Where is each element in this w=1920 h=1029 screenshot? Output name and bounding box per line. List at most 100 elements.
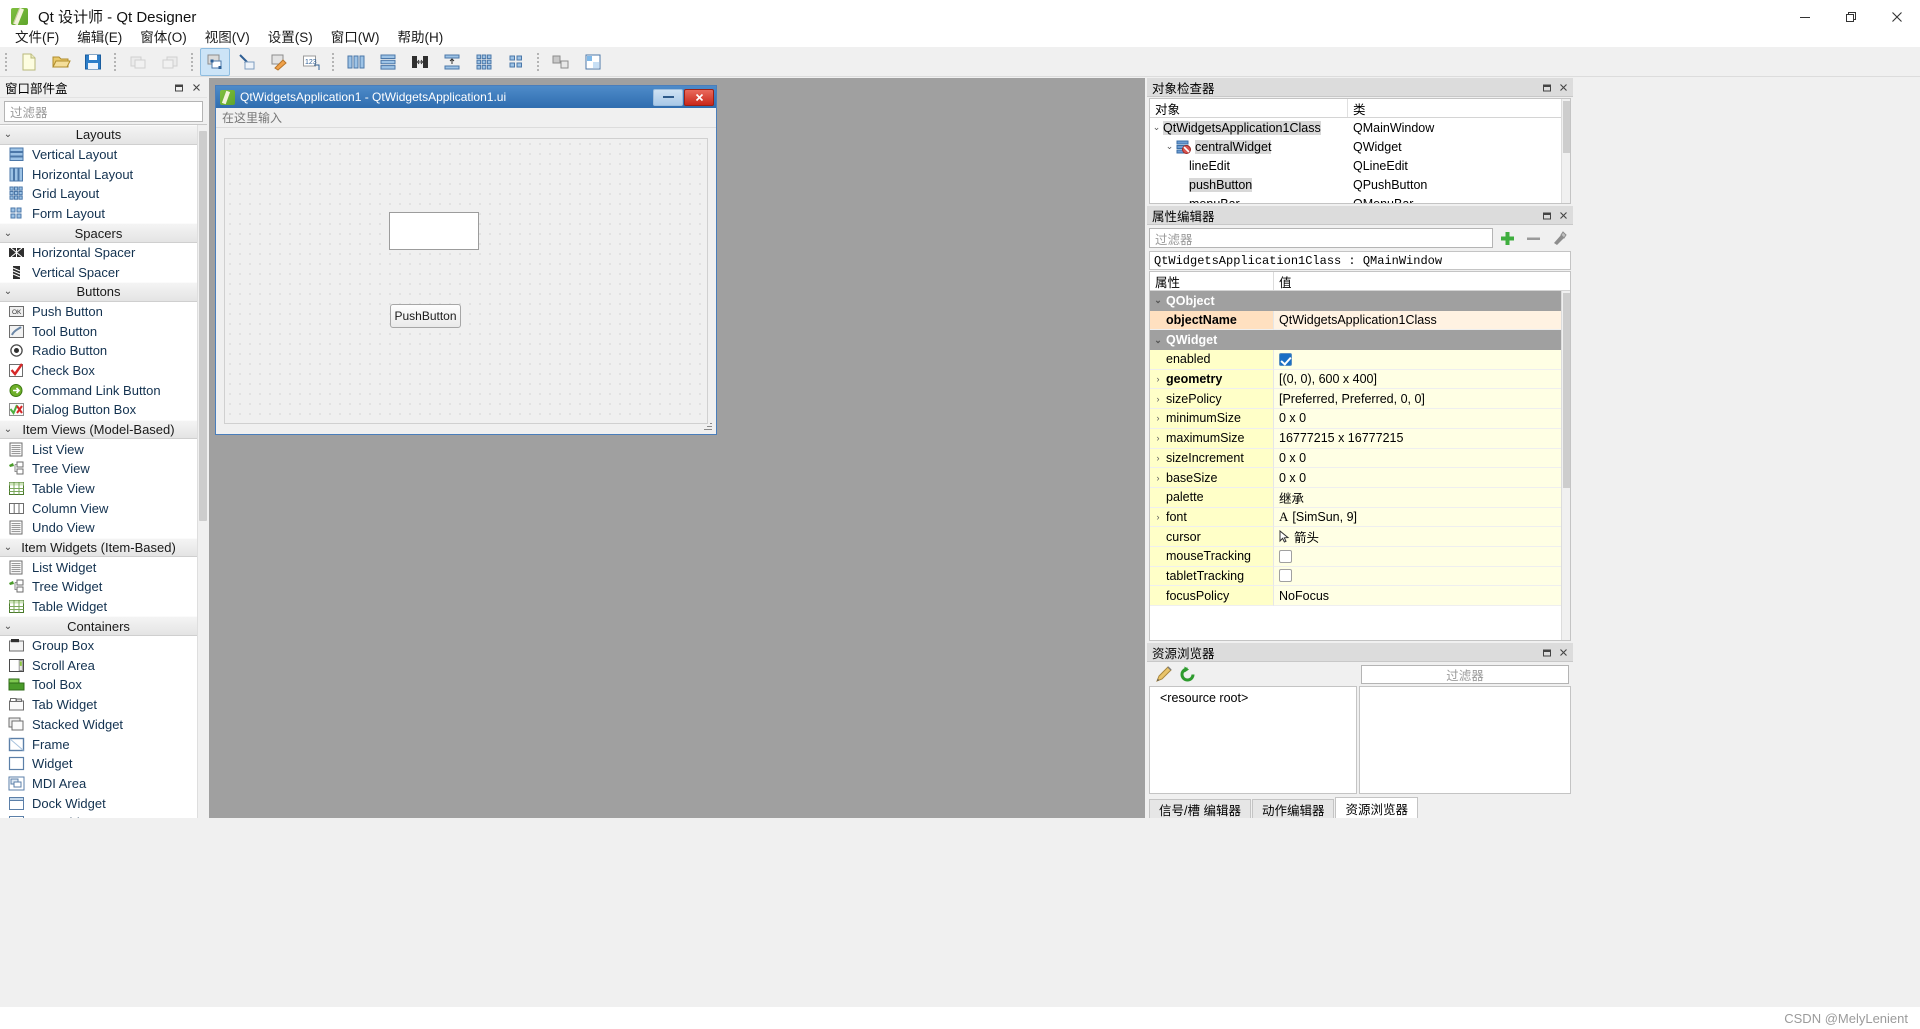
property-value-cell[interactable]: [(0, 0), 600 x 400] <box>1274 369 1561 390</box>
widget-item[interactable]: Horizontal Spacer <box>0 242 197 263</box>
form-menu-placeholder[interactable]: 在这里输入 <box>222 109 282 126</box>
object-inspector-row[interactable]: pushButton QPushButton <box>1150 175 1570 194</box>
property-row[interactable]: › sizeIncrement 0 x 0 <box>1150 448 1561 469</box>
property-row[interactable]: tabletTracking <box>1150 566 1561 587</box>
widget-item[interactable]: Tree View <box>0 458 197 479</box>
property-editor-col-value[interactable]: 值 <box>1274 272 1570 290</box>
widget-category-spacers[interactable]: ⌄ Spacers <box>0 223 197 243</box>
widget-item[interactable]: Tab Widget <box>0 694 197 715</box>
menu-view[interactable]: 视图(V) <box>196 24 259 48</box>
object-inspector-row[interactable]: lineEdit QLineEdit <box>1150 156 1570 175</box>
object-inspector-row[interactable]: ⌄ centralWidget QWidget <box>1150 137 1570 156</box>
property-row[interactable]: › geometry [(0, 0), 600 x 400] <box>1150 369 1561 390</box>
mdi-workspace[interactable]: QtWidgetsApplication1 - QtWidgetsApplica… <box>209 78 1145 818</box>
widget-item[interactable]: Frame <box>0 734 197 754</box>
float-icon[interactable] <box>1541 81 1554 94</box>
property-checkbox[interactable] <box>1279 569 1292 583</box>
property-value-cell[interactable]: A [SimSun, 9] <box>1274 507 1561 528</box>
chevron-right-icon[interactable]: › <box>1150 433 1166 443</box>
form-resize-grip[interactable] <box>702 420 713 431</box>
form-window-title-bar[interactable]: QtWidgetsApplication1 - QtWidgetsApplica… <box>216 86 716 108</box>
widget-item[interactable]: Table Widget <box>0 596 197 617</box>
layout-vertically-icon[interactable] <box>373 48 403 76</box>
widget-item[interactable]: Vertical Spacer <box>0 262 197 283</box>
layout-splitter-horizontal-icon[interactable] <box>405 48 435 76</box>
menu-file[interactable]: 文件(F) <box>6 24 68 48</box>
widget-box-filter-input[interactable]: 过滤器 <box>4 101 203 122</box>
form-canvas[interactable]: PushButton <box>224 138 708 424</box>
widget-item[interactable]: Dock Widget <box>0 793 197 813</box>
menu-settings[interactable]: 设置(S) <box>259 24 322 48</box>
property-value-cell[interactable]: [Preferred, Preferred, 0, 0] <box>1274 389 1561 410</box>
redo-icon[interactable] <box>155 48 185 76</box>
property-row[interactable]: › minimumSize 0 x 0 <box>1150 409 1561 429</box>
property-row[interactable]: › sizePolicy [Preferred, Preferred, 0, 0] <box>1150 389 1561 410</box>
widget-item[interactable]: MDI Area <box>0 773 197 794</box>
edit-buddies-icon[interactable] <box>264 48 294 76</box>
form-minimize-button[interactable] <box>653 88 683 106</box>
toolbar-grip[interactable] <box>535 50 542 73</box>
widget-item[interactable]: Tool Box <box>0 675 197 695</box>
property-row[interactable]: mouseTracking <box>1150 546 1561 567</box>
menu-edit[interactable]: 编辑(E) <box>68 24 131 48</box>
resource-tree-pane[interactable]: <resource root> <box>1149 686 1357 794</box>
property-value-cell[interactable]: 0 x 0 <box>1274 409 1561 429</box>
chevron-down-icon[interactable]: ⌄ <box>1150 335 1166 346</box>
menu-form[interactable]: 窗体(O) <box>131 24 196 48</box>
object-inspector-row[interactable]: menuBar QMenuBar <box>1150 194 1570 204</box>
property-value-cell[interactable] <box>1274 330 1561 351</box>
widget-item[interactable]: Group Box <box>0 635 197 656</box>
property-editor-scrollbar[interactable] <box>1561 291 1570 640</box>
widget-item[interactable]: Scroll Area <box>0 655 197 676</box>
pencil-icon[interactable] <box>1151 663 1175 685</box>
break-layout-icon[interactable] <box>546 48 576 76</box>
toolbar-grip[interactable] <box>3 50 10 73</box>
property-value-cell[interactable] <box>1274 566 1561 587</box>
property-editor-scrollbar-thumb[interactable] <box>1563 293 1570 488</box>
toolbar-grip[interactable] <box>330 50 337 73</box>
widget-item[interactable]: Grid Layout <box>0 183 197 204</box>
property-value-cell[interactable]: NoFocus <box>1274 586 1561 606</box>
form-window[interactable]: QtWidgetsApplication1 - QtWidgetsApplica… <box>215 85 717 435</box>
close-icon[interactable] <box>1557 646 1570 659</box>
resource-root-item[interactable]: <resource root> <box>1160 691 1356 705</box>
toolbar-grip[interactable] <box>112 50 119 73</box>
property-editor-table[interactable]: 属性 值 ⌄ QObject objectName QtWidgetsApplicat… <box>1149 271 1571 641</box>
chevron-down-icon[interactable]: ⌄ <box>1150 295 1166 306</box>
property-value-cell[interactable] <box>1274 350 1561 370</box>
edit-signals-slots-icon[interactable] <box>232 48 262 76</box>
open-file-icon[interactable] <box>46 48 76 76</box>
property-row[interactable]: › baseSize 0 x 0 <box>1150 468 1561 488</box>
form-widget-pushButton[interactable]: PushButton <box>390 304 461 328</box>
property-group-row[interactable]: ⌄ QObject <box>1150 291 1561 311</box>
widget-item[interactable]: Undo View <box>0 518 197 538</box>
property-value-cell[interactable]: 16777215 x 16777215 <box>1274 428 1561 449</box>
chevron-right-icon[interactable]: › <box>1150 512 1166 522</box>
chevron-right-icon[interactable]: › <box>1150 453 1166 463</box>
widget-item[interactable]: Tree Widget <box>0 576 197 597</box>
form-menu-bar[interactable]: 在这里输入 <box>216 108 716 128</box>
chevron-right-icon[interactable]: › <box>1150 473 1166 483</box>
widget-item[interactable]: Tool Button <box>0 321 197 341</box>
layout-form-icon[interactable] <box>501 48 531 76</box>
save-file-icon[interactable] <box>78 48 108 76</box>
widget-item[interactable]: Horizontal Layout <box>0 164 197 184</box>
property-value-cell[interactable]: 0 x 0 <box>1274 448 1561 469</box>
configure-icon[interactable] <box>1547 227 1571 249</box>
close-icon[interactable] <box>190 81 204 95</box>
chevron-right-icon[interactable]: › <box>1150 413 1166 423</box>
form-widget-lineEdit[interactable] <box>389 212 479 250</box>
object-inspector-row[interactable]: ⌄ QtWidgetsApplication1Class QMainWindow <box>1150 118 1570 137</box>
reload-icon[interactable] <box>1175 663 1199 685</box>
add-icon[interactable] <box>1495 227 1519 249</box>
property-value-cell[interactable] <box>1274 546 1561 567</box>
widget-item[interactable]: Stacked Widget <box>0 714 197 735</box>
form-close-button[interactable] <box>684 88 714 106</box>
float-icon[interactable] <box>1541 646 1554 659</box>
new-file-icon[interactable] <box>14 48 44 76</box>
widget-item[interactable]: Command Link Button <box>0 380 197 401</box>
property-checkbox[interactable] <box>1279 352 1292 366</box>
close-icon[interactable] <box>1557 81 1570 94</box>
widget-category-containers[interactable]: ⌄ Containers <box>0 616 197 636</box>
property-row[interactable]: cursor 箭头 <box>1150 527 1561 547</box>
